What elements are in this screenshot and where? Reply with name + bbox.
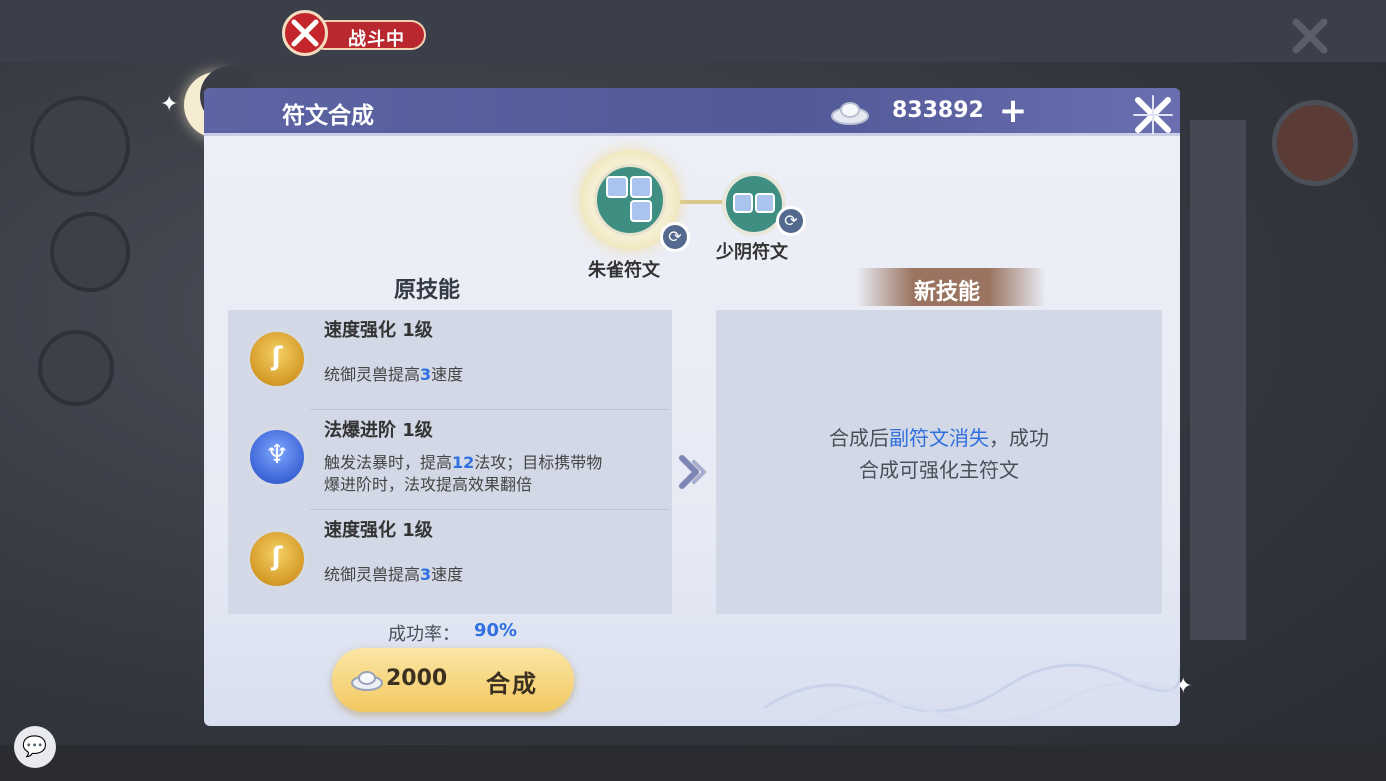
skill-name: 速度强化 1级: [324, 520, 433, 541]
skill-description: 统御灵兽提高3速度: [324, 365, 464, 384]
skill-row: ʃ 速度强化 1级 统御灵兽提高3速度: [228, 510, 672, 610]
background-top-bar: [0, 0, 1386, 62]
success-rate-value: 90%: [474, 620, 518, 641]
blue-spell-icon: ♆: [246, 426, 308, 488]
wave-decoration: [764, 663, 1180, 726]
crossed-swords-icon: [282, 10, 328, 56]
background-close-icon: [1292, 18, 1328, 54]
rune-blocks-icon: [594, 164, 666, 236]
silver-ingot-icon: [351, 671, 383, 691]
synthesis-hint-text: 合成后副符文消失，成功 合成可强化主符文: [829, 426, 1049, 482]
synthesize-label: 合成: [486, 670, 538, 698]
swap-main-rune-refresh-icon[interactable]: ⟳: [660, 222, 690, 252]
bird-decoration: ✦: [160, 92, 179, 117]
main-rune-label: 朱雀符文: [588, 260, 660, 281]
new-skills-panel: 合成后副符文消失，成功 合成可强化主符文: [716, 310, 1162, 614]
sub-rune-label: 少阴符文: [716, 242, 788, 263]
success-rate-label: 成功率：: [388, 624, 460, 645]
original-skills-panel: ʃ 速度强化 1级 统御灵兽提高3速度 ♆ 法爆进阶 1级 触发法暴时，提高12…: [228, 310, 672, 614]
chat-button[interactable]: 💬: [14, 726, 56, 768]
synthesize-button[interactable]: 2000 合成: [332, 648, 574, 712]
dialog-title: 符文合成: [282, 103, 374, 129]
skill-name: 速度强化 1级: [324, 320, 433, 341]
silver-ingot-icon: [831, 102, 869, 125]
gold-shield-icon: ʃ: [246, 328, 308, 390]
skill-description: 统御灵兽提高3速度: [324, 565, 464, 584]
new-skills-title: 新技能: [914, 280, 981, 305]
battle-status-label: 战斗中: [348, 29, 405, 50]
background-avatar: [1272, 100, 1358, 186]
add-currency-button[interactable]: +: [996, 94, 1030, 128]
currency-amount: 833892: [892, 98, 984, 123]
new-skills-title-banner: 新技能: [856, 268, 1046, 306]
close-icon[interactable]: [1126, 88, 1180, 142]
skill-row: ʃ 速度强化 1级 统御灵兽提高3速度: [228, 310, 672, 410]
battle-status-badge: 战斗中: [282, 10, 426, 56]
chat-bubble-icon: 💬: [22, 734, 47, 758]
original-skills-title: 原技能: [394, 278, 461, 303]
synthesize-cost: 2000: [386, 666, 448, 691]
background-skill-circle: [50, 212, 130, 292]
background-skill-circle: [38, 330, 114, 406]
background-side-panel: [1190, 120, 1246, 640]
rune-blocks-icon: [726, 176, 782, 232]
rune-synthesis-dialog: 符文合成 833892 + ⟳ 朱雀符文 ⟳ 少阴符文 原技能 ʃ 速度强化 1…: [204, 88, 1180, 726]
background-skill-circle: [30, 96, 130, 196]
skill-name: 法爆进阶 1级: [324, 420, 433, 441]
dialog-header: 符文合成 833892 +: [204, 88, 1180, 136]
skill-row: ♆ 法爆进阶 1级 触发法暴时，提高12法攻；目标携带物 爆进阶时，法攻提高效果…: [228, 410, 672, 510]
chevron-right-icon: [679, 455, 706, 489]
gold-shield-icon: ʃ: [246, 528, 308, 590]
swap-sub-rune-refresh-icon[interactable]: ⟳: [776, 206, 806, 236]
background-bottom-bar: [0, 745, 1386, 781]
skill-description: 触发法暴时，提高12法攻；目标携带物 爆进阶时，法攻提高效果翻倍: [324, 453, 603, 494]
